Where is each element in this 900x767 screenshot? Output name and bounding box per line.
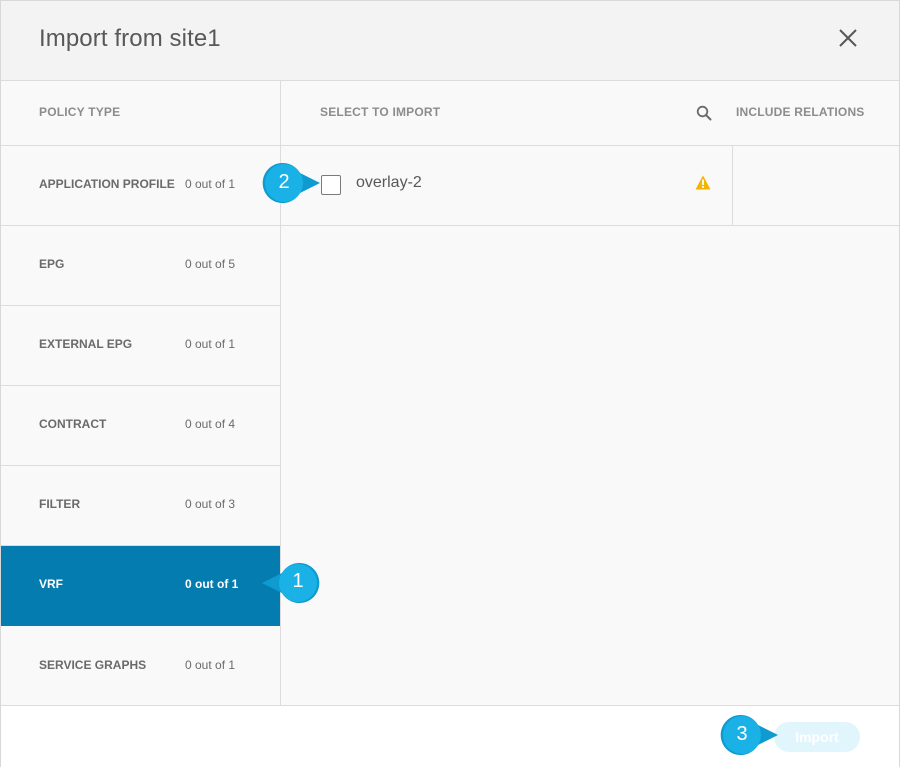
include-relations-label: INCLUDE RELATIONS <box>736 105 865 119</box>
policy-row-service-graphs[interactable]: SERVICE GRAPHS 0 out of 1 <box>1 626 280 705</box>
dialog-title: Import from site1 <box>39 25 221 52</box>
policy-row-epg[interactable]: EPG 0 out of 5 <box>1 226 280 306</box>
import-dialog: Import from site1 POLICY TYPE APPLICATIO… <box>0 0 900 767</box>
select-to-import-panel: SELECT TO IMPORT INCLUDE RELATIONS overl… <box>281 81 899 705</box>
dialog-body: POLICY TYPE APPLICATION PROFILE 0 out of… <box>1 81 899 705</box>
callout-label-2: 2 <box>278 171 290 193</box>
policy-type-header-label: POLICY TYPE <box>39 105 121 119</box>
policy-name: EXTERNAL EPG <box>39 337 133 351</box>
policy-row-vrf[interactable]: VRF 0 out of 1 <box>1 546 280 626</box>
policy-type-panel: POLICY TYPE APPLICATION PROFILE 0 out of… <box>1 81 281 705</box>
policy-name: CONTRACT <box>39 417 107 431</box>
import-button[interactable]: Import <box>774 722 860 752</box>
policy-row-filter[interactable]: FILTER 0 out of 3 <box>1 466 280 546</box>
dialog-header: Import from site1 <box>1 1 899 81</box>
close-icon[interactable] <box>835 25 861 51</box>
policy-count: 0 out of 1 <box>185 658 236 672</box>
item-checkbox[interactable] <box>321 175 341 195</box>
select-to-import-label: SELECT TO IMPORT <box>320 105 441 119</box>
policy-name: VRF <box>39 577 63 591</box>
policy-count: 0 out of 5 <box>185 257 236 271</box>
policy-count: 0 out of 1 <box>185 577 239 591</box>
policy-count: 0 out of 4 <box>185 417 236 431</box>
policy-name: FILTER <box>39 497 81 511</box>
policy-name: SERVICE GRAPHS <box>39 658 147 672</box>
policy-count: 0 out of 1 <box>185 337 236 351</box>
policy-name: EPG <box>39 257 65 271</box>
item-label: overlay-2 <box>356 174 422 191</box>
search-icon[interactable] <box>696 105 712 121</box>
policy-row-external-epg[interactable]: EXTERNAL EPG 0 out of 1 <box>1 306 280 386</box>
policy-row-contract[interactable]: CONTRACT 0 out of 4 <box>1 386 280 466</box>
policy-name: APPLICATION PROFILE <box>39 177 175 191</box>
policy-type-header: POLICY TYPE <box>1 81 280 146</box>
warning-icon <box>695 175 711 190</box>
import-item-row: overlay-2 <box>281 146 899 226</box>
policy-count: 0 out of 3 <box>185 497 236 511</box>
policy-count: 0 out of 1 <box>185 177 236 191</box>
callout-label-1: 1 <box>292 570 304 592</box>
callout-label-3: 3 <box>736 723 748 745</box>
select-to-import-header: SELECT TO IMPORT INCLUDE RELATIONS <box>281 81 899 146</box>
policy-row-application-profile[interactable]: APPLICATION PROFILE 0 out of 1 <box>1 146 280 226</box>
include-relations-divider <box>732 146 733 226</box>
